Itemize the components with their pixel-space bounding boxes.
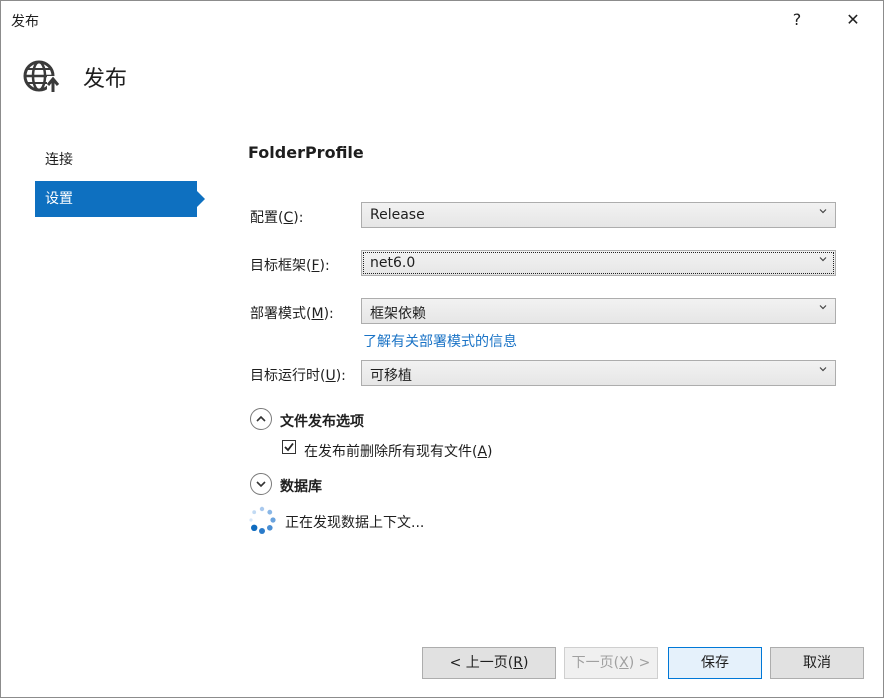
framework-label: 目标框架(F): (250, 258, 330, 274)
help-button[interactable]: ? (782, 7, 812, 33)
chevron-down-icon (819, 209, 827, 214)
runtime-label: 目标运行时(U): (250, 368, 346, 384)
next-button[interactable]: 下一页(X) > (564, 647, 658, 679)
database-title: 数据库 (280, 479, 322, 495)
file-options-title: 文件发布选项 (280, 414, 364, 430)
loading-spinner-icon (247, 505, 277, 535)
expand-database-button[interactable] (250, 473, 272, 495)
database-status-text: 正在发现数据上下文... (285, 515, 425, 531)
framework-value: net6.0 (370, 255, 416, 271)
save-button[interactable]: 保存 (668, 647, 762, 679)
window-title: 发布 (11, 14, 39, 30)
framework-select[interactable]: net6.0 (361, 250, 836, 276)
config-select[interactable]: Release (361, 202, 836, 228)
chevron-down-icon (819, 367, 827, 372)
sidebar-item-connection[interactable]: 连接 (35, 142, 197, 178)
checkmark-icon (284, 442, 294, 452)
globe-publish-icon (21, 56, 61, 96)
config-value: Release (370, 207, 425, 223)
chevron-down-icon (819, 305, 827, 310)
collapse-file-options-button[interactable] (250, 408, 272, 430)
config-label: 配置(C): (250, 210, 304, 226)
runtime-value: 可移植 (370, 368, 412, 384)
previous-button[interactable]: < 上一页(R) (422, 647, 556, 679)
cancel-button[interactable]: 取消 (770, 647, 864, 679)
sidebar-item-label: 设置 (45, 191, 73, 207)
delete-existing-files-checkbox[interactable] (282, 440, 296, 454)
chevron-down-icon (256, 481, 266, 488)
publish-dialog: 发布 ? ✕ 发布 连接 设置 FolderProfile 配置(C): Rel… (0, 0, 884, 698)
page-title: 发布 (83, 67, 128, 92)
deploy-mode-info-link[interactable]: 了解有关部署模式的信息 (363, 331, 517, 351)
delete-existing-files-label: 在发布前删除所有现有文件(A) (304, 444, 493, 460)
profile-name: FolderProfile (248, 143, 364, 162)
sidebar-item-settings[interactable]: 设置 (35, 181, 197, 217)
close-button[interactable]: ✕ (838, 7, 868, 33)
sidebar-item-label: 连接 (45, 152, 73, 168)
deploy-mode-label: 部署模式(M): (250, 306, 334, 322)
deploy-mode-select[interactable]: 框架依赖 (361, 298, 836, 324)
selected-indicator (197, 191, 205, 207)
chevron-up-icon (256, 415, 266, 422)
runtime-select[interactable]: 可移植 (361, 360, 836, 386)
deploy-mode-value: 框架依赖 (370, 306, 426, 322)
chevron-down-icon (819, 257, 827, 262)
